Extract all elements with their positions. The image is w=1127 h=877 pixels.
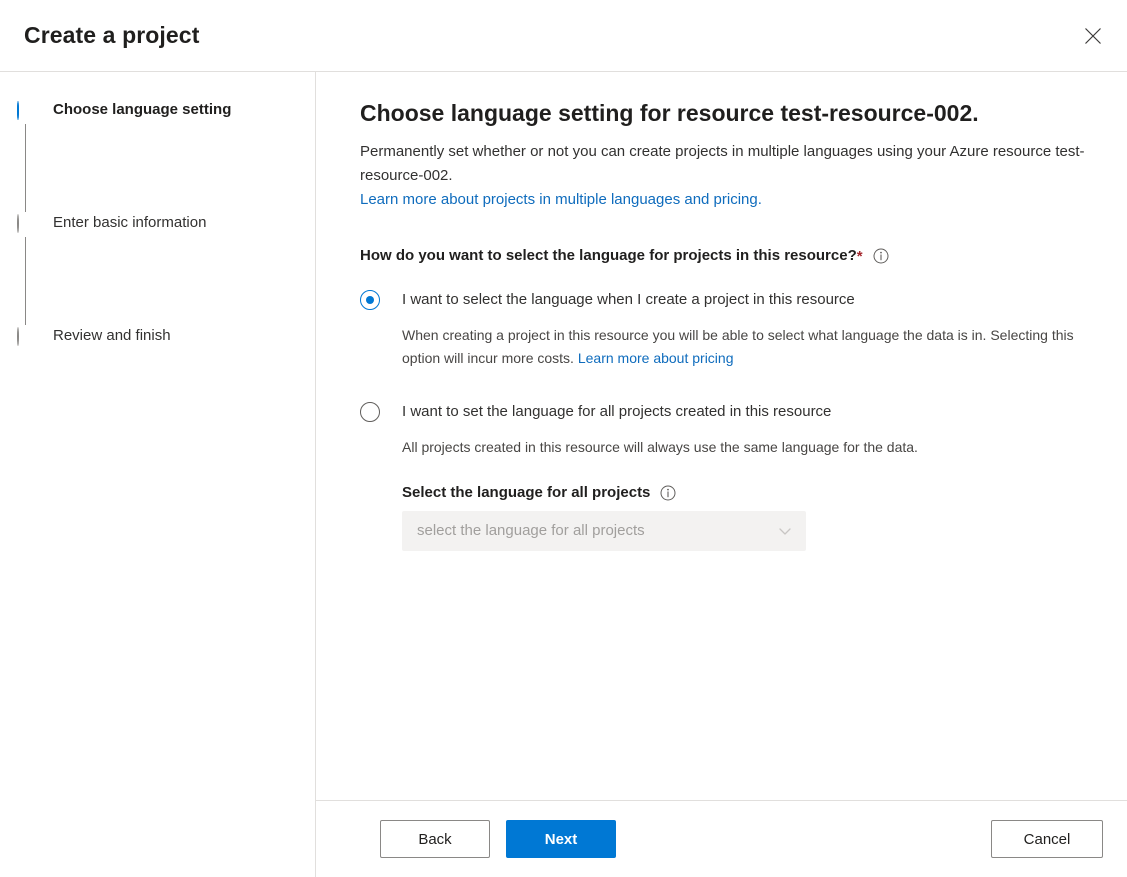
sidebar-step-label: Enter basic information <box>53 213 206 233</box>
wizard-main-content: Choose language setting for resource tes… <box>316 72 1127 877</box>
question-label: How do you want to select the language f… <box>360 246 857 266</box>
question-row: How do you want to select the language f… <box>360 246 1087 266</box>
sidebar-step-choose-language-setting[interactable]: Choose language setting <box>0 100 315 213</box>
learn-more-languages-pricing-link[interactable]: Learn more about projects in multiple la… <box>360 188 1087 212</box>
step-connector-1 <box>25 124 26 212</box>
step-marker-2 <box>17 215 37 235</box>
sidebar-step-label: Choose language setting <box>53 100 231 120</box>
option-spacer <box>360 370 1087 400</box>
dialog-footer: Back Next Cancel <box>316 800 1127 877</box>
language-selection-radio-group: I want to select the language when I cre… <box>360 288 1087 551</box>
required-marker: * <box>857 248 863 265</box>
language-select-dropdown[interactable]: select the language for all projects <box>402 511 806 551</box>
language-field-label-row: Select the language for all projects <box>402 483 1087 503</box>
radio-option-select-per-project: I want to select the language when I cre… <box>360 288 1087 370</box>
sidebar-step-review-and-finish[interactable]: Review and finish <box>0 326 315 348</box>
dialog-header: Create a project <box>0 0 1127 72</box>
sidebar-step-label: Review and finish <box>53 326 171 346</box>
create-project-dialog: Create a project Choose language setting <box>0 0 1127 877</box>
radio-option-label: I want to set the language for all proje… <box>402 402 831 422</box>
learn-more-pricing-link[interactable]: Learn more about pricing <box>578 350 734 366</box>
radio-option-set-for-all-projects: I want to set the language for all proje… <box>360 400 1087 459</box>
info-icon[interactable] <box>660 485 676 501</box>
radio-option-select-per-project-row[interactable]: I want to select the language when I cre… <box>360 288 1087 312</box>
footer-right-actions: Cancel <box>991 820 1103 858</box>
chevron-down-icon <box>777 523 793 539</box>
language-field-block: Select the language for all projects sel… <box>402 483 1087 551</box>
step-dot-active-icon <box>17 101 19 120</box>
content-description: Permanently set whether or not you can c… <box>360 140 1087 188</box>
step-dot-inactive-icon <box>17 327 19 346</box>
footer-left-actions: Back Next <box>380 820 616 858</box>
radio-option-description: When creating a project in this resource… <box>402 324 1087 370</box>
step-marker-1 <box>17 102 37 122</box>
step-marker-3 <box>17 328 37 348</box>
wizard-step-list: Choose language setting Enter basic info… <box>0 100 315 348</box>
language-select-placeholder: select the language for all projects <box>417 521 645 541</box>
cancel-button[interactable]: Cancel <box>991 820 1103 858</box>
step-connector-2 <box>25 237 26 325</box>
wizard-sidebar: Choose language setting Enter basic info… <box>0 72 316 877</box>
info-icon[interactable] <box>873 248 889 264</box>
sidebar-step-enter-basic-information[interactable]: Enter basic information <box>0 213 315 326</box>
language-field-label: Select the language for all projects <box>402 483 650 503</box>
page-title: Create a project <box>24 22 199 49</box>
radio-option-description-text: When creating a project in this resource… <box>402 327 1074 366</box>
radio-option-description: All projects created in this resource wi… <box>402 436 1087 459</box>
content-heading: Choose language setting for resource tes… <box>360 98 1087 128</box>
dialog-body: Choose language setting Enter basic info… <box>0 72 1127 877</box>
back-button[interactable]: Back <box>380 820 490 858</box>
close-button[interactable] <box>1071 16 1115 56</box>
next-button[interactable]: Next <box>506 820 616 858</box>
radio-button-selected-icon[interactable] <box>360 290 380 310</box>
close-icon <box>1083 26 1103 46</box>
radio-option-set-for-all-projects-row[interactable]: I want to set the language for all proje… <box>360 400 1087 424</box>
step-dot-inactive-icon <box>17 214 19 233</box>
radio-option-label: I want to select the language when I cre… <box>402 290 855 310</box>
radio-button-unselected-icon[interactable] <box>360 402 380 422</box>
